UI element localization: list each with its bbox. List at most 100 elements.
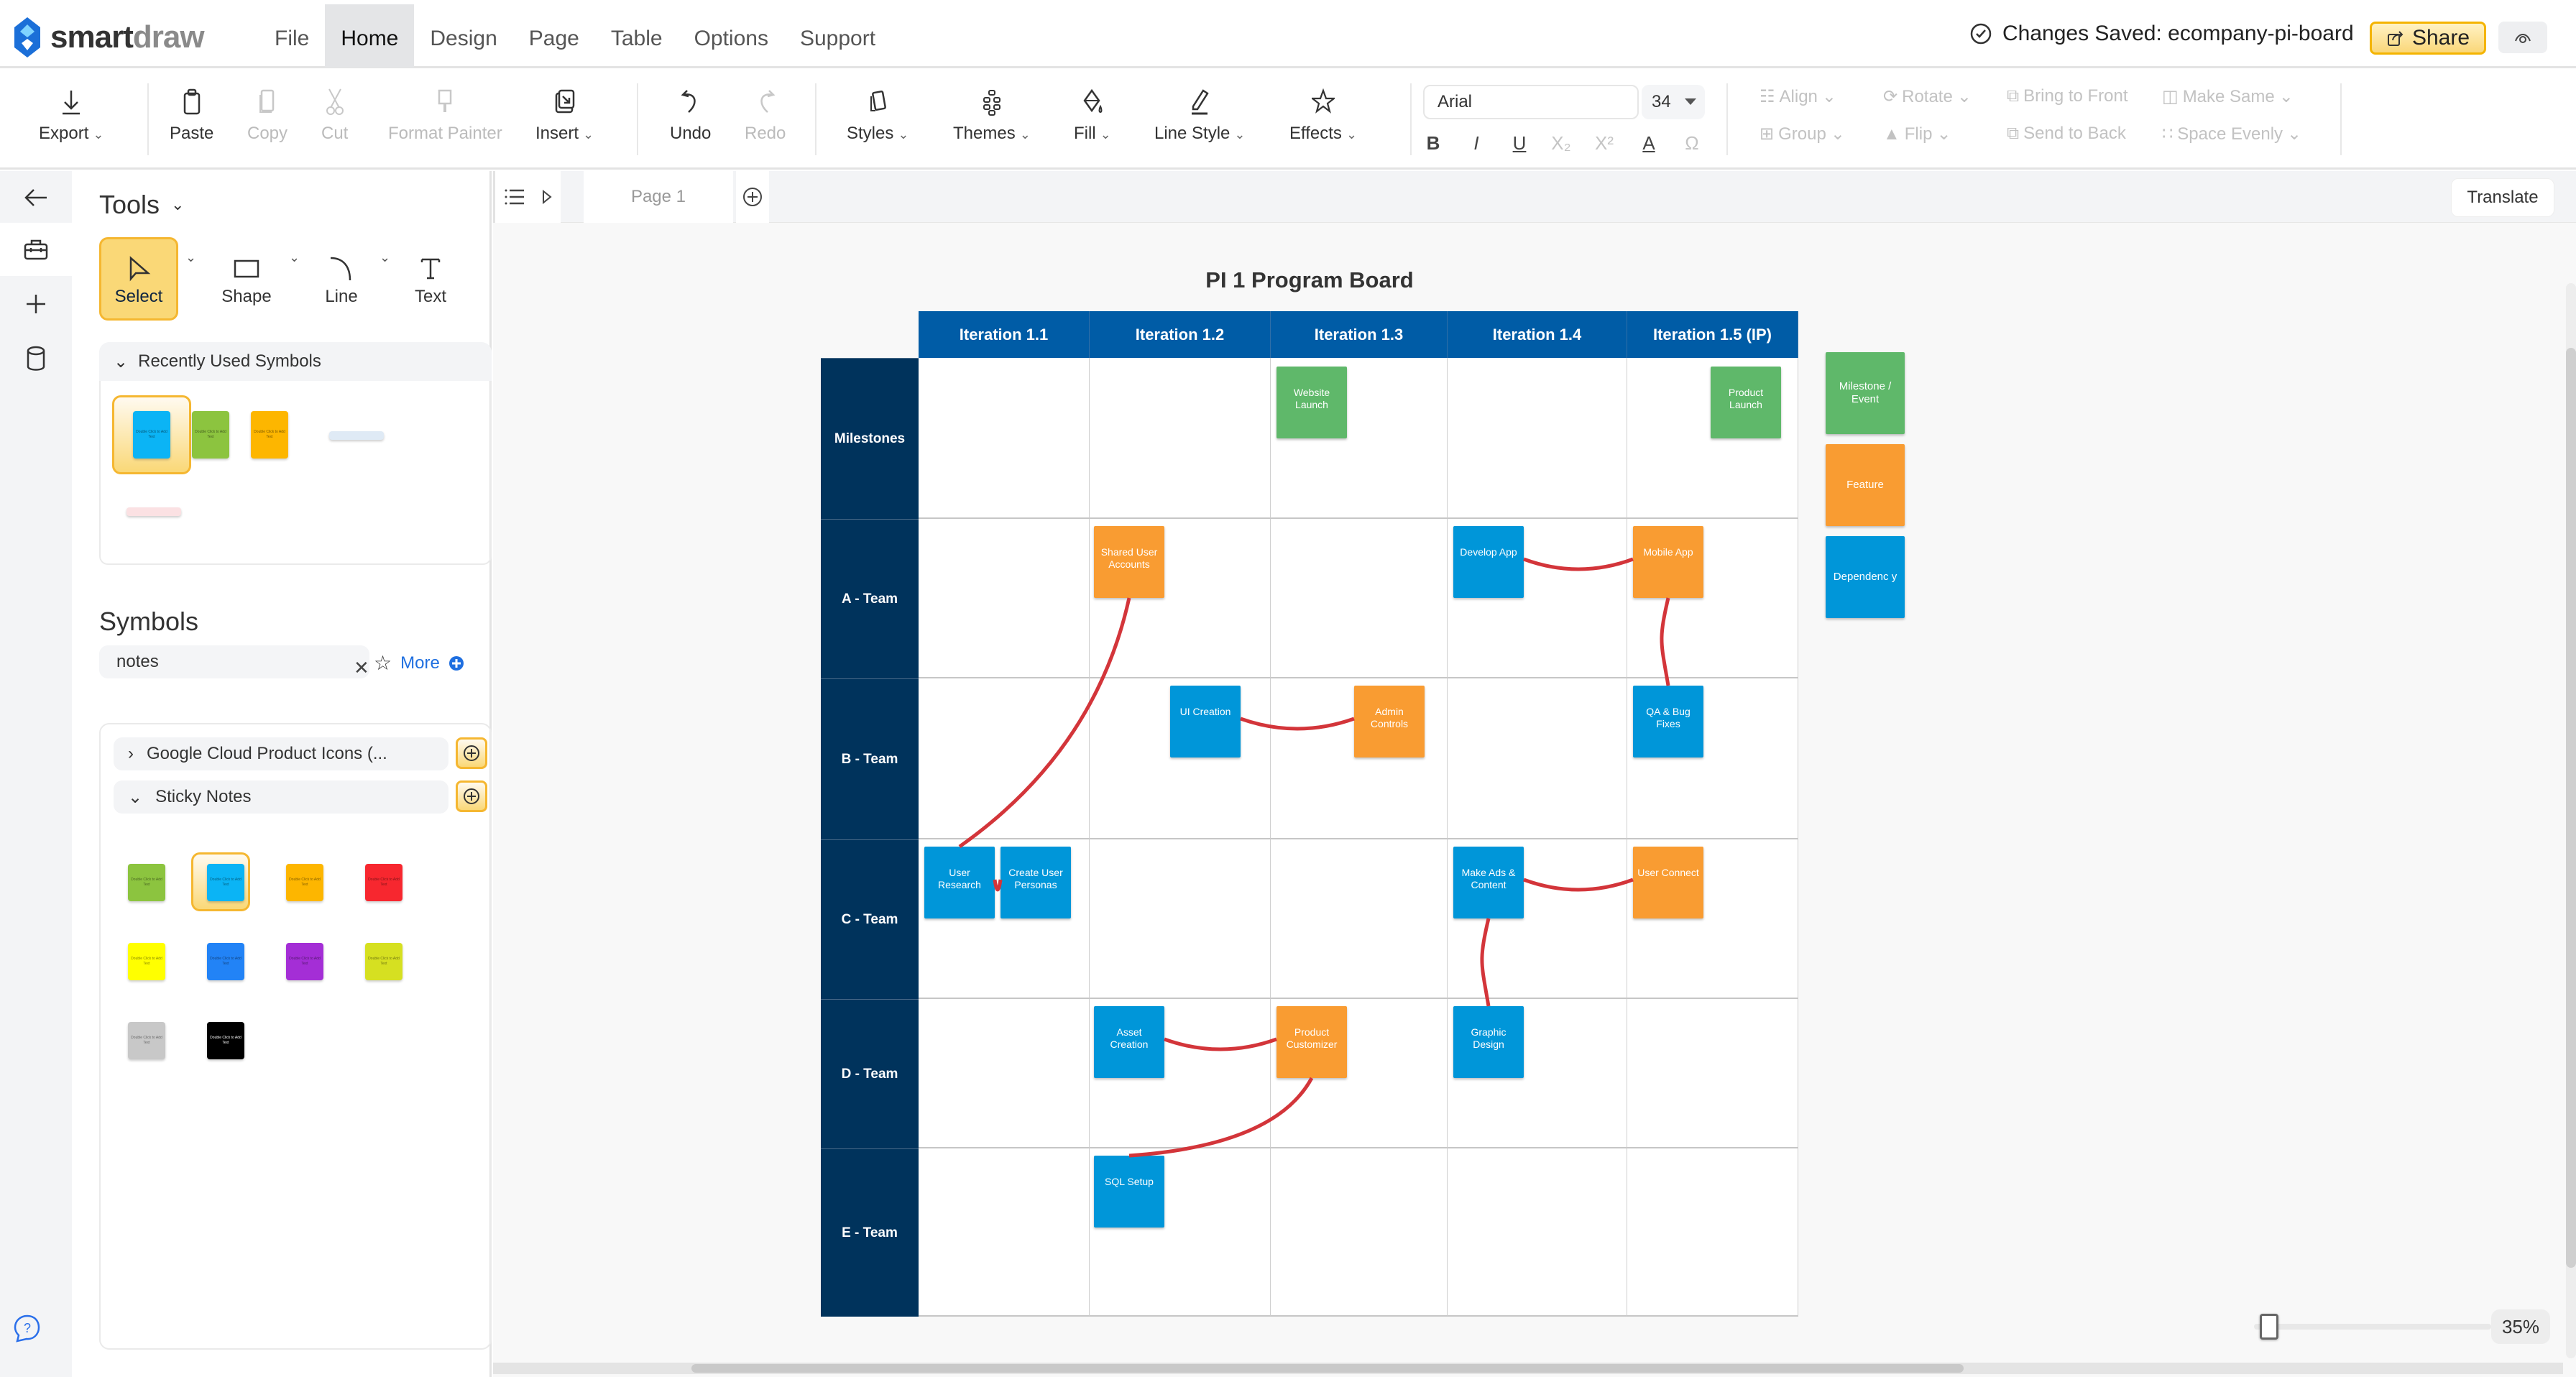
italic-button[interactable]: I bbox=[1462, 132, 1491, 155]
board-cell[interactable] bbox=[1448, 678, 1627, 839]
menu-home[interactable]: Home bbox=[325, 4, 415, 68]
team-row-header[interactable]: E - Team bbox=[821, 1148, 919, 1317]
legend-feature[interactable]: Feature bbox=[1826, 444, 1905, 526]
copy-button[interactable]: Copy bbox=[247, 85, 288, 144]
sticky-note-symbol[interactable]: Double Click to Add Text bbox=[128, 864, 165, 901]
menu-support[interactable]: Support bbox=[784, 4, 891, 68]
sticky-note-make-ads-content[interactable]: Make Ads & Content bbox=[1453, 847, 1524, 918]
recent-symbol-green-note[interactable]: Double Click to Add Text bbox=[192, 411, 229, 459]
sticky-note-mobile-app[interactable]: Mobile App bbox=[1633, 526, 1703, 598]
board-title[interactable]: PI 1 Program Board bbox=[821, 267, 1798, 293]
special-character-button[interactable]: Ω bbox=[1678, 132, 1706, 155]
tools-header[interactable]: Tools ⌄ bbox=[99, 190, 184, 220]
board-cell[interactable] bbox=[1627, 999, 1798, 1148]
team-row-header[interactable]: A - Team bbox=[821, 519, 919, 678]
flip-button[interactable]: ▲ Flip ⌄ bbox=[1883, 124, 1951, 144]
board-cell[interactable] bbox=[919, 678, 1090, 839]
sticky-note-user-research[interactable]: User Research bbox=[924, 847, 995, 918]
board-cell[interactable] bbox=[1627, 1148, 1798, 1317]
font-size-select[interactable]: 34 bbox=[1642, 85, 1705, 119]
legend-milestone[interactable]: Milestone / Event bbox=[1826, 352, 1905, 434]
vertical-scrollbar[interactable] bbox=[2566, 283, 2576, 1358]
menu-page[interactable]: Page bbox=[513, 4, 595, 68]
board-cell[interactable] bbox=[1448, 1148, 1627, 1317]
subscript-button[interactable]: X₂ bbox=[1547, 132, 1576, 155]
recent-symbol-orange-note[interactable]: Double Click to Add Text bbox=[251, 411, 288, 459]
sticky-note-symbol[interactable]: Double Click to Add Text bbox=[128, 1022, 165, 1059]
add-library-sticky-notes-button[interactable] bbox=[456, 780, 487, 812]
group-button[interactable]: ⊞ Group ⌄ bbox=[1760, 124, 1845, 144]
share-button[interactable]: Share bbox=[2370, 22, 2486, 55]
export-button[interactable]: Export ⌄ bbox=[39, 85, 104, 144]
styles-button[interactable]: Styles ⌄ bbox=[847, 85, 908, 144]
zoom-slider-track[interactable] bbox=[2254, 1324, 2491, 1330]
board-cell[interactable] bbox=[919, 358, 1090, 519]
team-row-header[interactable]: B - Team bbox=[821, 678, 919, 839]
iteration-header[interactable]: Iteration 1.2 bbox=[1090, 311, 1271, 358]
data-button[interactable] bbox=[0, 332, 72, 385]
tools-tab-button[interactable] bbox=[0, 223, 72, 276]
zoom-slider-handle[interactable] bbox=[2260, 1314, 2278, 1340]
text-color-button[interactable]: A bbox=[1634, 132, 1663, 155]
sticky-note-ui-creation[interactable]: UI Creation bbox=[1170, 686, 1241, 757]
board-cell[interactable] bbox=[1090, 839, 1271, 999]
add-page-button[interactable] bbox=[736, 171, 769, 223]
view-mode-button[interactable] bbox=[2498, 22, 2547, 53]
team-row-header[interactable]: Milestones bbox=[821, 358, 919, 519]
sticky-note-symbol[interactable]: Double Click to Add Text bbox=[286, 943, 323, 980]
legend-dependency[interactable]: Dependenc y bbox=[1826, 536, 1905, 618]
sticky-note-symbol[interactable]: Double Click to Add Text bbox=[365, 943, 402, 980]
recent-symbols-header[interactable]: ⌄ Recently Used Symbols bbox=[99, 342, 492, 381]
tool-shape[interactable]: Shape bbox=[207, 237, 286, 321]
insert-button[interactable]: Insert ⌄ bbox=[535, 85, 594, 144]
board-cell[interactable] bbox=[1271, 839, 1448, 999]
menu-file[interactable]: File bbox=[259, 4, 325, 68]
horizontal-scrollbar[interactable] bbox=[493, 1363, 2563, 1374]
line-options-chevron-icon[interactable]: ⌄ bbox=[380, 250, 390, 265]
tool-select[interactable]: Select bbox=[99, 237, 178, 321]
menu-table[interactable]: Table bbox=[595, 4, 678, 68]
iteration-header[interactable]: Iteration 1.1 bbox=[919, 311, 1090, 358]
iteration-header[interactable]: Iteration 1.3 bbox=[1271, 311, 1448, 358]
superscript-button[interactable]: X² bbox=[1590, 132, 1619, 155]
tool-text[interactable]: Text bbox=[391, 237, 470, 321]
board-cell[interactable] bbox=[919, 1148, 1090, 1317]
translate-button[interactable]: Translate bbox=[2451, 178, 2554, 217]
bold-button[interactable]: B bbox=[1419, 132, 1448, 155]
align-button[interactable]: ☷ Align ⌄ bbox=[1760, 86, 1836, 107]
recent-symbol-pink-callout[interactable] bbox=[126, 507, 181, 516]
sticky-note-asset-creation[interactable]: Asset Creation bbox=[1094, 1006, 1164, 1078]
iteration-header[interactable]: Iteration 1.4 bbox=[1448, 311, 1627, 358]
sticky-note-symbol[interactable]: Double Click to Add Text bbox=[207, 1022, 244, 1059]
sticky-note-sql-setup[interactable]: SQL Setup bbox=[1094, 1156, 1164, 1228]
help-button[interactable]: ? bbox=[13, 1314, 42, 1346]
library-google-cloud[interactable]: › Google Cloud Product Icons (... bbox=[114, 737, 448, 770]
sticky-note-symbol[interactable]: Double Click to Add Text bbox=[207, 943, 244, 980]
back-button[interactable] bbox=[0, 171, 72, 224]
paste-button[interactable]: Paste bbox=[170, 85, 213, 144]
shape-options-chevron-icon[interactable]: ⌄ bbox=[289, 250, 300, 265]
redo-button[interactable]: Redo bbox=[745, 85, 786, 144]
sticky-note-qa-bug-fixes[interactable]: QA & Bug Fixes bbox=[1633, 686, 1703, 757]
sticky-note-symbol[interactable]: Double Click to Add Text bbox=[365, 864, 402, 901]
fill-button[interactable]: Fill ⌄ bbox=[1074, 85, 1111, 144]
sticky-note-admin-controls[interactable]: Admin Controls bbox=[1354, 686, 1425, 757]
vertical-scroll-thumb[interactable] bbox=[2566, 348, 2576, 1268]
smartdraw-logo[interactable]: smartdraw bbox=[14, 17, 205, 57]
underline-button[interactable]: U bbox=[1505, 132, 1534, 155]
add-library-google-cloud-button[interactable] bbox=[456, 737, 487, 769]
sticky-note-product-customizer[interactable]: Product Customizer bbox=[1276, 1006, 1347, 1078]
iteration-header[interactable]: Iteration 1.5 (IP) bbox=[1627, 311, 1798, 358]
board-cell[interactable] bbox=[919, 519, 1090, 678]
sticky-note-website-launch[interactable]: Website Launch bbox=[1276, 367, 1347, 438]
sticky-note-shared-user-accounts[interactable]: Shared User Accounts bbox=[1094, 526, 1164, 598]
sticky-note-symbol[interactable]: Double Click to Add Text bbox=[207, 864, 244, 901]
format-painter-button[interactable]: Format Painter bbox=[388, 85, 502, 144]
clear-search-icon[interactable]: ✕ bbox=[354, 651, 369, 684]
sticky-note-user-connect[interactable]: User Connect bbox=[1633, 847, 1703, 918]
board-cell[interactable] bbox=[1271, 1148, 1448, 1317]
space-evenly-button[interactable]: ∷ Space Evenly ⌄ bbox=[2162, 124, 2301, 144]
favorite-star-icon[interactable]: ☆ bbox=[374, 651, 392, 675]
board-cell[interactable] bbox=[1090, 358, 1271, 519]
play-triangle-icon[interactable] bbox=[542, 189, 552, 205]
